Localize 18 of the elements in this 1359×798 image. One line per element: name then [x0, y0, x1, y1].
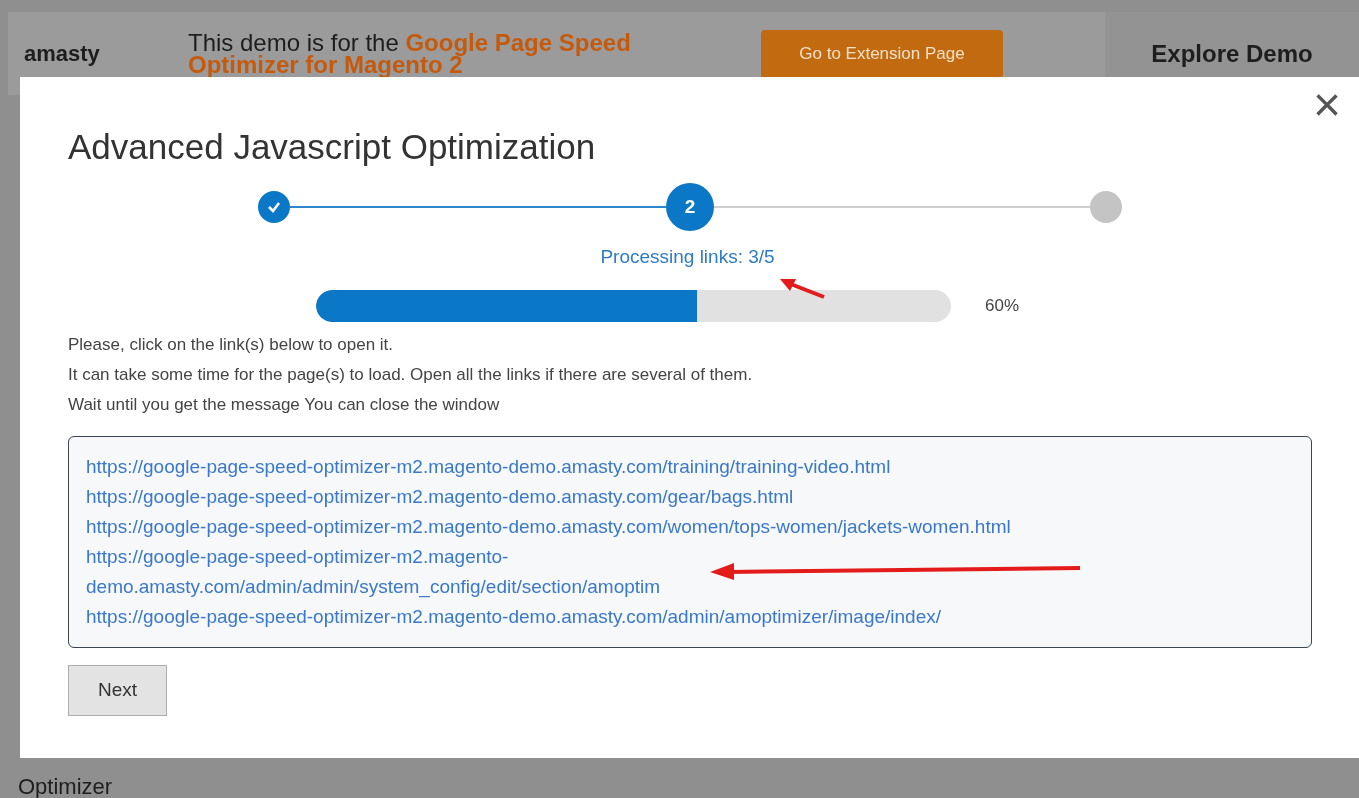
- link[interactable]: https://google-page-speed-optimizer-m2.magento-demo.amasty.com/women/tops-women/jackets-women.html: [86, 511, 1011, 542]
- next-button[interactable]: Next: [68, 664, 167, 716]
- extension-page-button[interactable]: Go to Extension Page: [761, 29, 1003, 78]
- link[interactable]: https://google-page-speed-optimizer-m2.magento-demo.amasty.com/admin/amoptimizer/image/index/: [86, 601, 942, 632]
- arrow-annotation: [778, 277, 828, 301]
- background-text: Optimizer: [18, 773, 113, 798]
- banner-text: This demo is for the Google Page Speed Optimizer for Magento 2: [188, 31, 632, 76]
- logo: amasty: [24, 40, 101, 68]
- instruction-text: It can take some time for the page(s) to load. Open all the links if there are several of them.: [68, 363, 753, 386]
- instruction-text: Please, click on the link(s) below to open it.: [68, 333, 394, 356]
- link[interactable]: https://google-page-speed-optimizer-m2.magento-demo.amasty.com/training/training-video.html: [86, 451, 891, 482]
- close-button[interactable]: ×: [1312, 81, 1341, 129]
- status-text: Processing links: 3/5: [600, 245, 775, 269]
- progress-percent: 60%: [985, 294, 1020, 317]
- instruction-text: Wait until you get the message You can close the window: [68, 393, 500, 416]
- step-indicator: 2: [666, 183, 714, 231]
- link[interactable]: https://google-page-speed-optimizer-m2.magento-demo.amasty.com/gear/bags.html: [86, 481, 794, 512]
- modal-title: Advanced Javascript Optimization: [68, 126, 596, 168]
